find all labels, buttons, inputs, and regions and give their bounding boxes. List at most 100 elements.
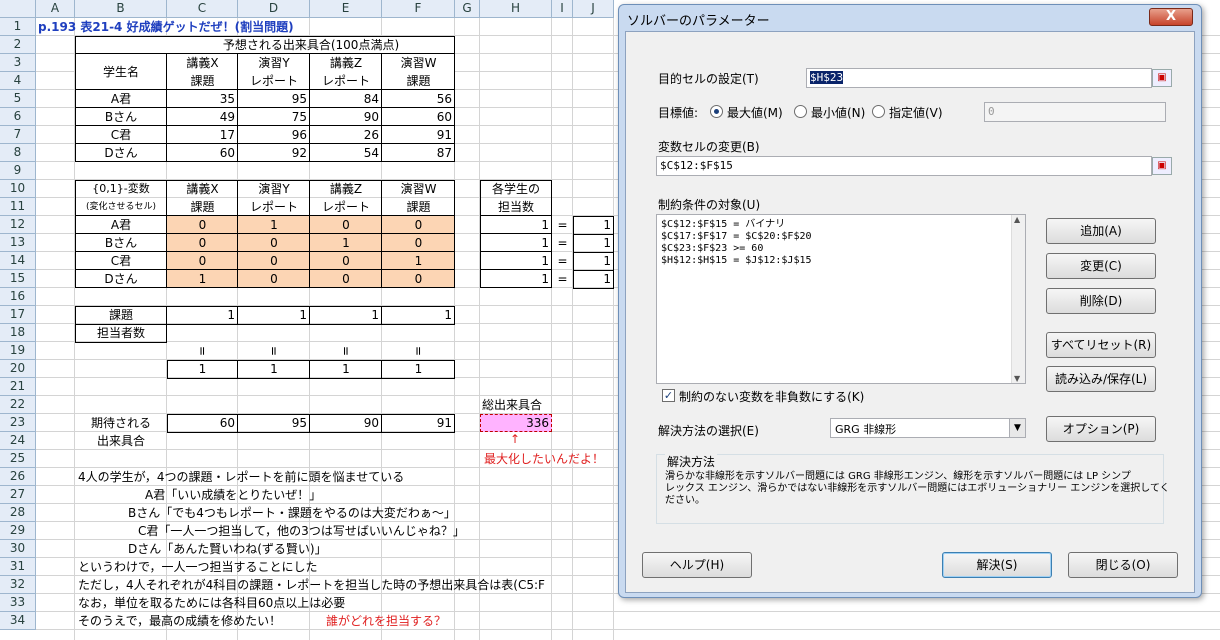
select-all-corner[interactable] <box>0 0 36 18</box>
row-header[interactable]: 26 <box>0 468 36 486</box>
row-header[interactable]: 3 <box>0 54 36 72</box>
row-header[interactable]: 19 <box>0 342 36 360</box>
group-text-3: ださい。 <box>665 495 705 506</box>
score-cell[interactable]: 49 <box>167 108 238 126</box>
row-header[interactable]: 18 <box>0 324 36 342</box>
row-header[interactable]: 11 <box>0 198 36 216</box>
row-header[interactable]: 7 <box>0 126 36 144</box>
row-header[interactable]: 33 <box>0 594 36 612</box>
load-save-button[interactable]: 読み込み/保存(L) <box>1046 366 1156 392</box>
reset-all-button[interactable]: すべてリセット(R) <box>1046 332 1156 358</box>
constraint-item[interactable]: $C$17:$F$17 = $C$20:$F$20 <box>661 231 812 243</box>
row-header[interactable]: 13 <box>0 234 36 252</box>
row-header[interactable]: 12 <box>0 216 36 234</box>
expected-score[interactable]: 95 <box>238 414 310 432</box>
row-header[interactable]: 21 <box>0 378 36 396</box>
chevron-down-icon[interactable]: ▼ <box>1009 419 1025 437</box>
row-header[interactable]: 30 <box>0 540 36 558</box>
score-cell[interactable]: 60 <box>382 108 455 126</box>
column-header[interactable]: E <box>310 0 382 18</box>
row-header[interactable]: 32 <box>0 576 36 594</box>
row-header[interactable]: 5 <box>0 90 36 108</box>
column-header[interactable]: I <box>552 0 573 18</box>
row-header[interactable]: 10 <box>0 180 36 198</box>
row-header[interactable]: 29 <box>0 522 36 540</box>
expected-score[interactable]: 91 <box>382 414 455 432</box>
constraints-label: 制約条件の対象(U) <box>658 198 761 212</box>
row-header[interactable]: 28 <box>0 504 36 522</box>
score-cell[interactable]: 91 <box>382 126 455 144</box>
column-header[interactable]: F <box>382 0 455 18</box>
score-cell[interactable]: 92 <box>238 144 310 162</box>
scroll-down-icon[interactable]: ▼ <box>1014 374 1020 383</box>
row-header[interactable]: 25 <box>0 450 36 468</box>
solve-button[interactable]: 解決(S) <box>942 552 1052 578</box>
scroll-up-icon[interactable]: ▲ <box>1014 215 1020 224</box>
column-header[interactable]: H <box>480 0 552 18</box>
score-cell[interactable]: 35 <box>167 90 238 108</box>
row-header[interactable]: 16 <box>0 288 36 306</box>
column-header[interactable]: B <box>75 0 167 18</box>
score-cell[interactable]: 75 <box>238 108 310 126</box>
row-header[interactable]: 9 <box>0 162 36 180</box>
row-header[interactable]: 8 <box>0 144 36 162</box>
range-select-icon[interactable]: ▣ <box>1152 157 1172 175</box>
goal-value-radio[interactable] <box>872 105 885 118</box>
column-header[interactable]: D <box>238 0 310 18</box>
value-of-input[interactable]: 0 <box>984 102 1166 122</box>
row-header[interactable]: 14 <box>0 252 36 270</box>
method-select[interactable]: GRG 非線形 ▼ <box>830 418 1026 438</box>
target-cell-input[interactable]: $H$23 <box>806 68 1152 88</box>
change-button[interactable]: 変更(C) <box>1046 253 1156 279</box>
per-student-count[interactable]: 1 <box>480 270 552 288</box>
options-button[interactable]: オプション(P) <box>1046 416 1156 442</box>
close-icon[interactable]: X <box>1149 8 1193 26</box>
row-header[interactable]: 17 <box>0 306 36 324</box>
help-button[interactable]: ヘルプ(H) <box>642 552 752 578</box>
score-cell[interactable]: 54 <box>310 144 382 162</box>
score-cell[interactable]: 95 <box>238 90 310 108</box>
column-header[interactable]: G <box>455 0 480 18</box>
row-header[interactable]: 24 <box>0 432 36 450</box>
row-header[interactable]: 4 <box>0 72 36 90</box>
column-header[interactable]: A <box>36 0 75 18</box>
constraints-scrollbar[interactable]: ▲ ▼ <box>1011 215 1025 383</box>
score-cell[interactable]: 96 <box>238 126 310 144</box>
row-header[interactable]: 23 <box>0 414 36 432</box>
goal-min-radio[interactable] <box>794 105 807 118</box>
score-cell[interactable]: 84 <box>310 90 382 108</box>
per-student-count[interactable]: 1 <box>480 234 552 252</box>
goal-max-radio[interactable] <box>710 105 723 118</box>
column-header[interactable]: J <box>573 0 614 18</box>
column-header[interactable]: C <box>167 0 238 18</box>
expected-score[interactable]: 60 <box>167 414 238 432</box>
score-cell[interactable]: 26 <box>310 126 382 144</box>
range-select-icon[interactable]: ▣ <box>1152 69 1172 87</box>
score-cell[interactable]: 56 <box>382 90 455 108</box>
score-cell[interactable]: 60 <box>167 144 238 162</box>
per-student-count[interactable]: 1 <box>480 252 552 270</box>
row-header[interactable]: 6 <box>0 108 36 126</box>
expected-score[interactable]: 90 <box>310 414 382 432</box>
constraint-item[interactable]: $C$23:$F$23 >= 60 <box>661 243 763 255</box>
delete-button[interactable]: 削除(D) <box>1046 288 1156 314</box>
row-header[interactable]: 22 <box>0 396 36 414</box>
row-header[interactable]: 20 <box>0 360 36 378</box>
row-header[interactable]: 1 <box>0 18 36 36</box>
changing-cells-input[interactable]: $C$12:$F$15 <box>656 156 1152 176</box>
add-button[interactable]: 追加(A) <box>1046 218 1156 244</box>
score-cell[interactable]: 87 <box>382 144 455 162</box>
row-header[interactable]: 31 <box>0 558 36 576</box>
row-header[interactable]: 2 <box>0 36 36 54</box>
row-header[interactable]: 15 <box>0 270 36 288</box>
close-button[interactable]: 閉じる(O) <box>1068 552 1178 578</box>
constraints-list[interactable]: $C$12:$F$15 = バイナリ $C$17:$F$17 = $C$20:$F… <box>656 214 1026 384</box>
score-cell[interactable]: 17 <box>167 126 238 144</box>
score-cell[interactable]: 90 <box>310 108 382 126</box>
row-header[interactable]: 34 <box>0 612 36 630</box>
constraint-item[interactable]: $C$12:$F$15 = バイナリ <box>661 219 785 231</box>
row-header[interactable]: 27 <box>0 486 36 504</box>
constraint-item[interactable]: $H$12:$H$15 = $J$12:$J$15 <box>661 255 812 267</box>
nonnegative-checkbox[interactable]: ✓ <box>662 389 675 402</box>
per-student-count[interactable]: 1 <box>480 216 552 234</box>
